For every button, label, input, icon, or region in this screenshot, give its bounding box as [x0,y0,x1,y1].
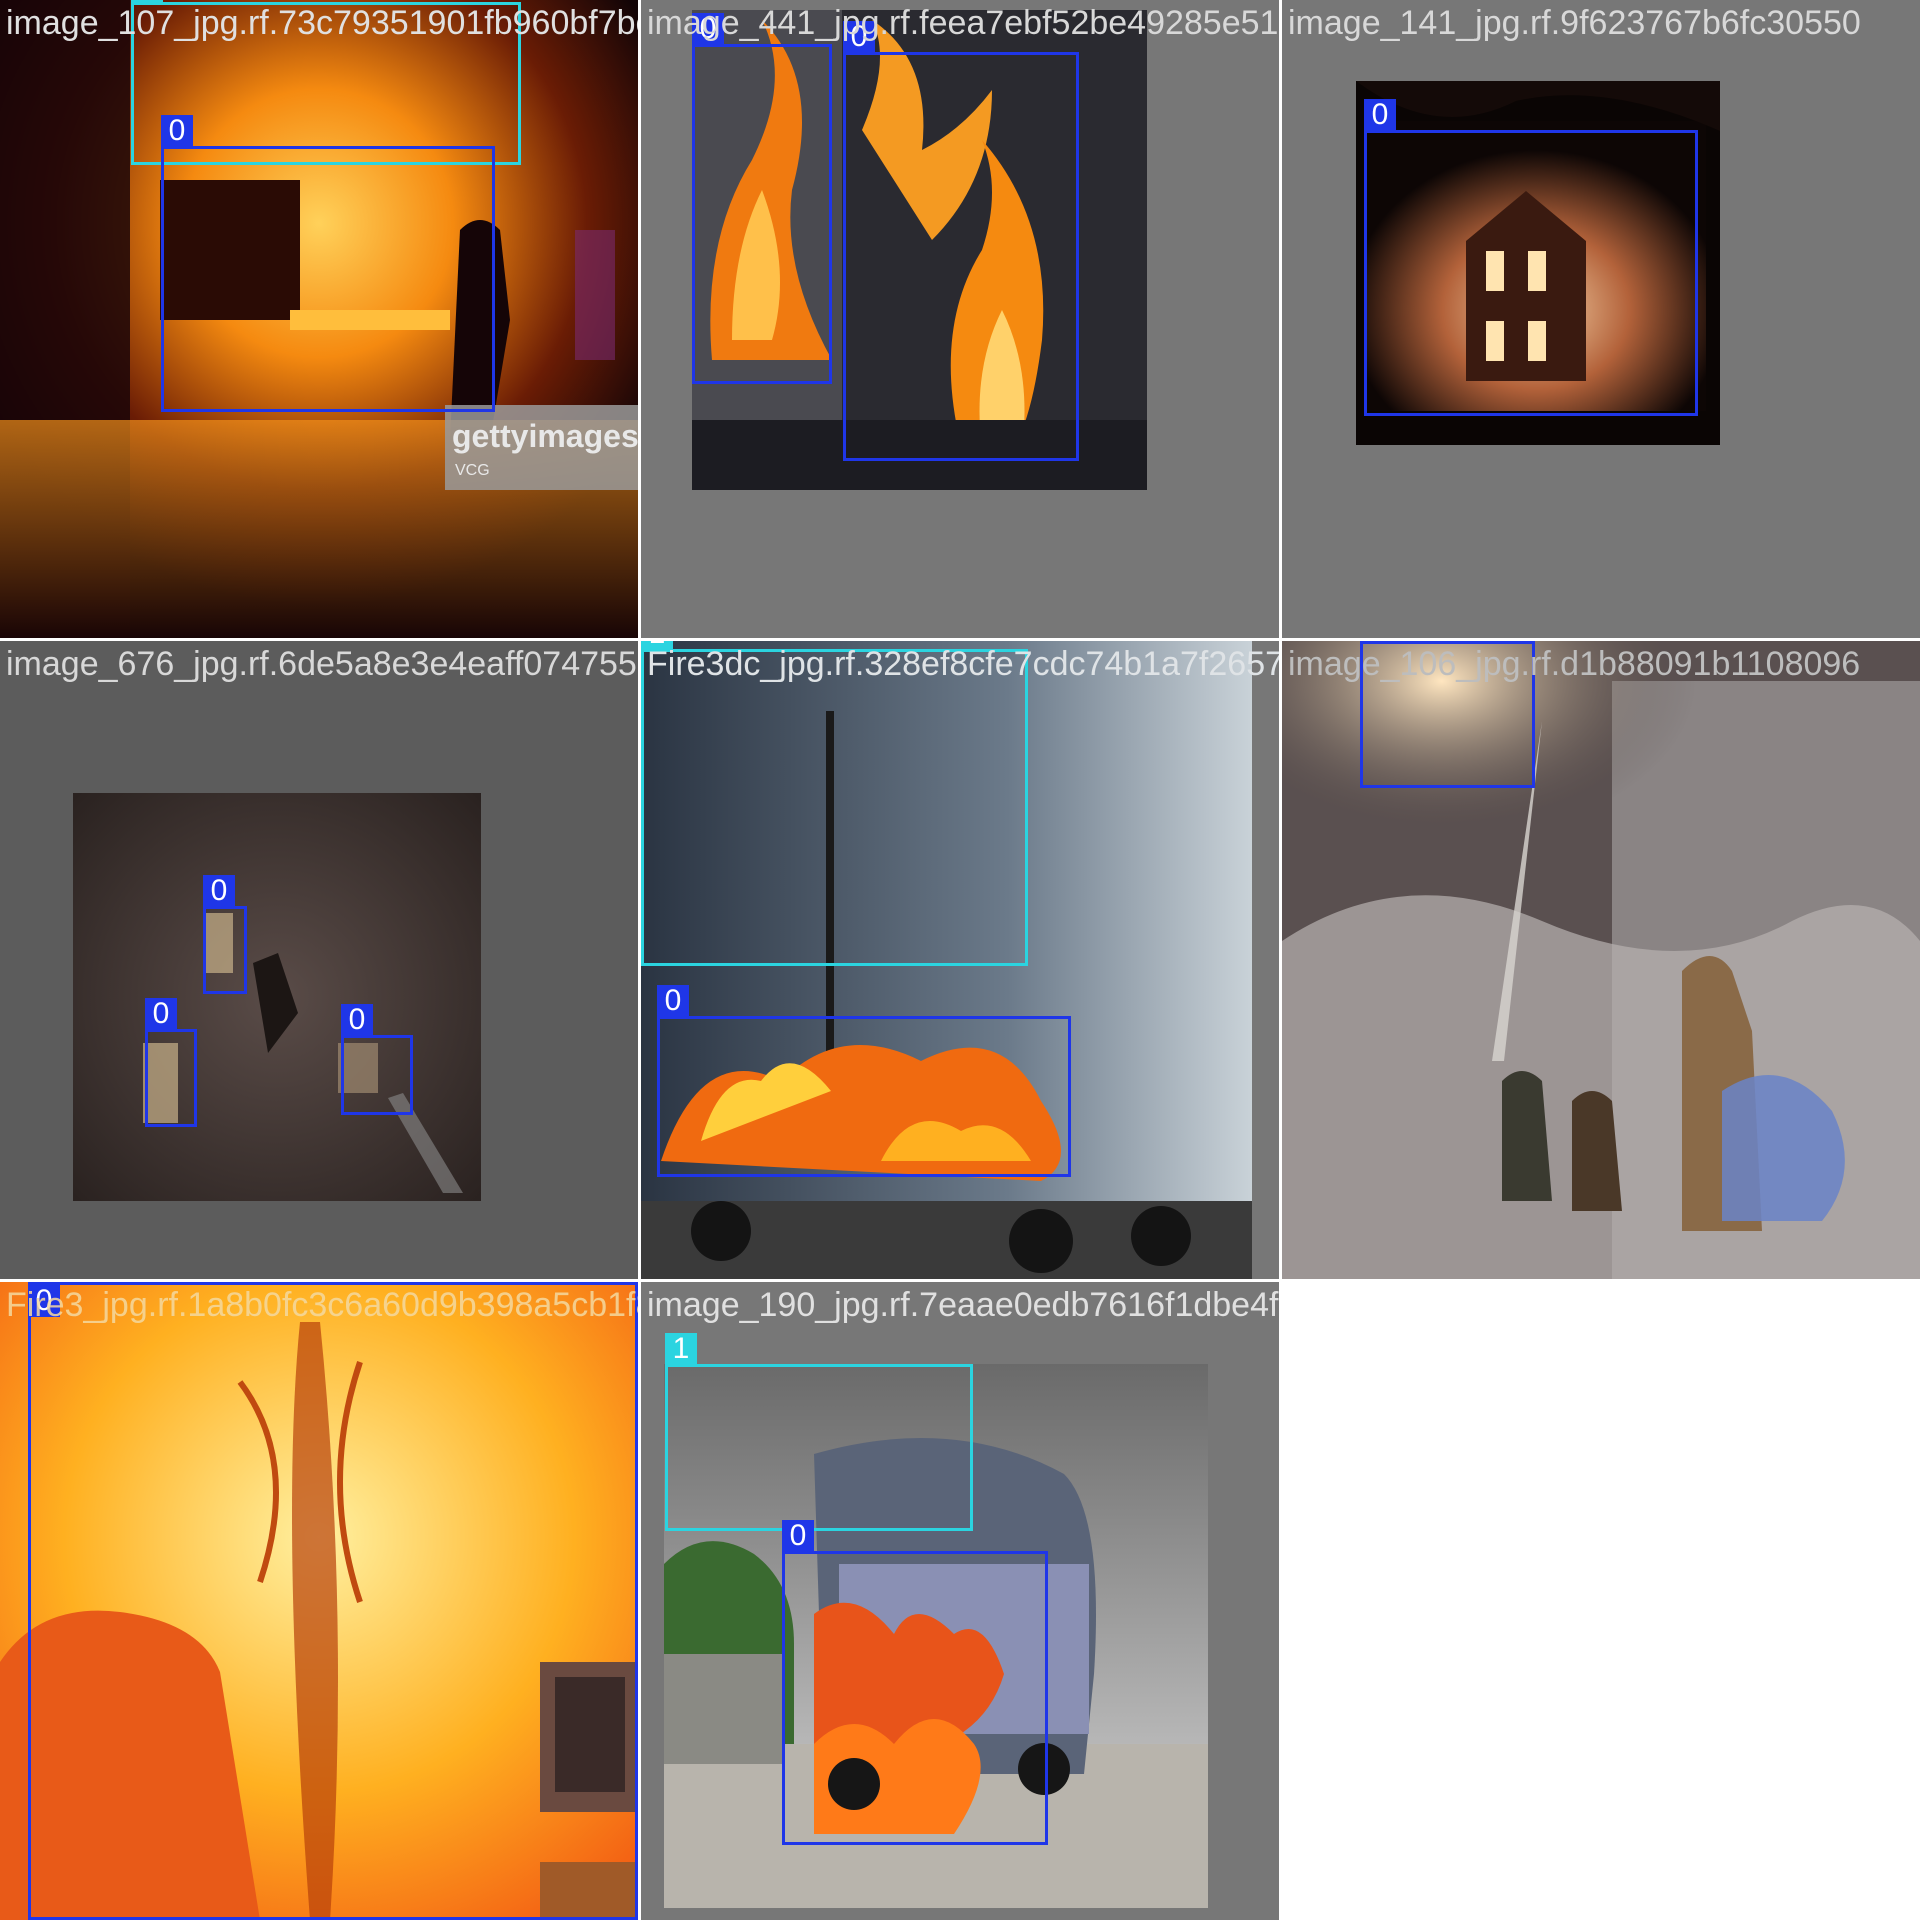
detection-box: 1 [641,641,1028,966]
tile-1: gettyimages VCG 1 0 image_107_jpg.rf.73c… [0,0,638,638]
image-filename: image_441_jpg.rf.feea7ebf52be49285e5174f [647,4,1279,42]
detection-box: 0 [161,115,495,412]
class-label: 0 [203,875,235,907]
class-label: 0 [145,998,177,1030]
class-label: 1 [131,0,163,3]
detection-box: 0 [203,875,247,994]
detection-box: 0 [782,1520,1048,1845]
class-label: 0 [657,985,689,1017]
detection-box: 1 [665,1333,973,1531]
image-filename: Fire3dc_jpg.rf.328ef8cfe7cdc74b1a7f2657d [647,645,1279,683]
image-filename: image_676_jpg.rf.6de5a8e3e4eaff074755191 [6,645,638,683]
detection-box: 0 [692,13,832,384]
tile-5: 1 0 Fire3dc_jpg.rf.328ef8cfe7cdc74b1a7f2… [641,641,1279,1279]
tile-6: 0 image_106_jpg.rf.d1b88091b1108096 [1282,641,1920,1279]
class-label: 0 [341,1004,373,1036]
detection-box: 0 [145,998,197,1127]
class-label: 0 [782,1520,814,1552]
tile-4: 0 0 0 image_676_jpg.rf.6de5a8e3e4eaff074… [0,641,638,1279]
image-filename: image_190_jpg.rf.7eaae0edb7616f1dbe4f588 [647,1286,1279,1324]
tile-4-photo [73,793,481,1201]
image-filename: Fire3_jpg.rf.1a8b0fc3c6a60d9b398a5cb1f8e [6,1286,638,1324]
detection-box: 0 [28,1282,638,1920]
class-label: 0 [1364,99,1396,131]
image-filename: image_106_jpg.rf.d1b88091b1108096 [1288,645,1861,683]
detection-box: 0 [1364,99,1698,416]
tile-2: 0 0 image_441_jpg.rf.feea7ebf52be49285e5… [641,0,1279,638]
image-filename: image_107_jpg.rf.73c79351901fb960bf7be2 [6,4,638,42]
detection-box: 0 [843,21,1079,461]
tile-3: 0 image_141_jpg.rf.9f623767b6fc30550 [1282,0,1920,638]
watermark-brand: gettyimages [452,418,638,454]
image-filename: image_141_jpg.rf.9f623767b6fc30550 [1288,4,1861,42]
class-label: 0 [161,115,193,147]
detection-mosaic: gettyimages VCG 1 0 image_107_jpg.rf.73c… [0,0,1920,1920]
tile-7: 0 Fire3_jpg.rf.1a8b0fc3c6a60d9b398a5cb1f… [0,1282,638,1920]
class-label: 1 [665,1333,697,1365]
watermark-sub: VCG [455,462,490,479]
class-label: 0 [1360,641,1392,642]
detection-box: 0 [657,985,1071,1177]
detection-box: 0 [341,1004,413,1115]
tile-8: 1 0 image_190_jpg.rf.7eaae0edb7616f1dbe4… [641,1282,1279,1920]
